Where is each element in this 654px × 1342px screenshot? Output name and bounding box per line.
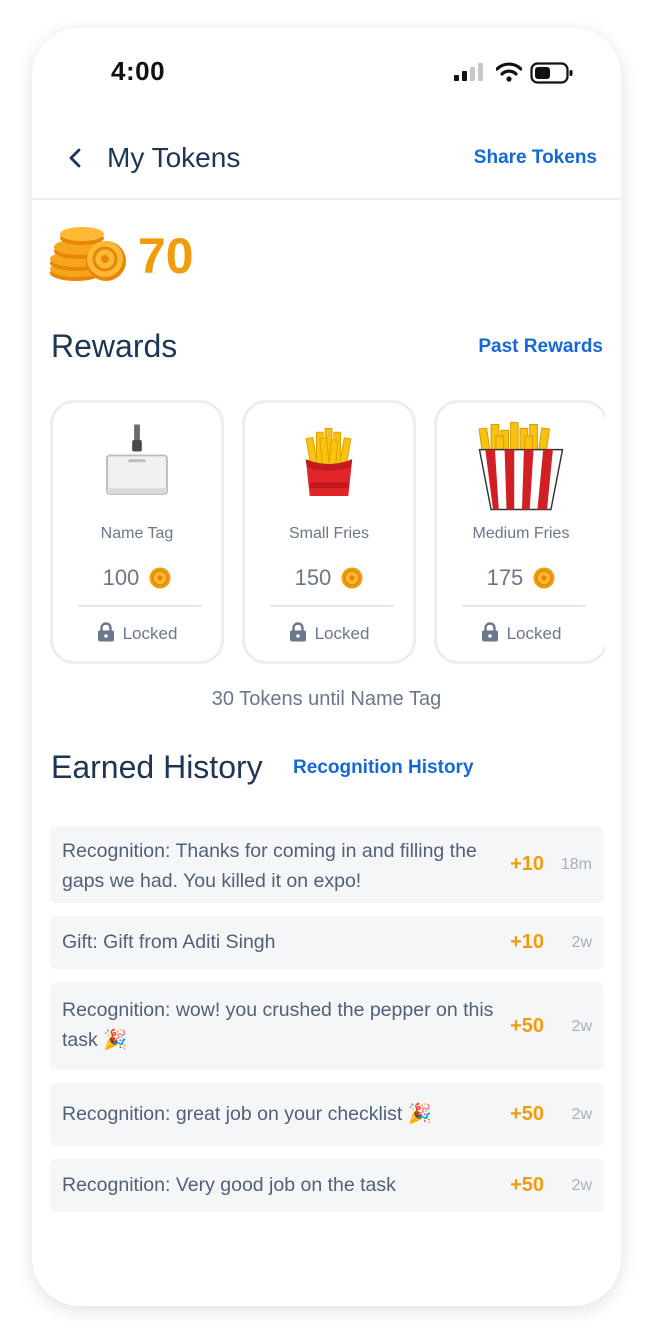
rewards-heading: Rewards bbox=[51, 328, 178, 364]
history-item-time: 2w bbox=[571, 934, 592, 951]
coin-icon bbox=[341, 567, 363, 589]
coin-icon bbox=[149, 567, 171, 589]
history-item-points: +50 bbox=[510, 1103, 544, 1125]
share-tokens-button[interactable]: Share Tokens bbox=[474, 147, 597, 169]
recognition-history-link[interactable]: Recognition History bbox=[293, 757, 474, 779]
history-item-time: 2w bbox=[571, 1018, 592, 1035]
reward-status: Locked bbox=[437, 622, 605, 644]
coin-stack-icon bbox=[50, 227, 126, 281]
medium-fries-icon bbox=[478, 422, 564, 511]
page-title: My Tokens bbox=[107, 142, 241, 173]
history-item-time: 18m bbox=[560, 856, 592, 873]
card-divider bbox=[462, 605, 586, 607]
reward-card-medium-fries[interactable]: Medium Fries 175 Locked bbox=[434, 400, 605, 664]
reward-status-label: Locked bbox=[506, 624, 562, 643]
status-time: 4:00 bbox=[111, 56, 166, 86]
reward-name: Medium Fries bbox=[472, 525, 570, 542]
tokens-until-next-reward: 30 Tokens until Name Tag bbox=[211, 688, 442, 710]
card-divider bbox=[78, 605, 202, 607]
rewards-carousel[interactable]: Name Tag 100 Locked Small Fries 150 Lock… bbox=[50, 398, 605, 668]
reward-cost-value: 150 bbox=[294, 565, 332, 591]
top-nav-bar: My Tokens Share Tokens bbox=[32, 118, 621, 200]
history-item-text: Recognition: wow! you crushed the pepper… bbox=[62, 999, 494, 1051]
history-item-time: 2w bbox=[571, 1177, 592, 1194]
reward-cost-value: 175 bbox=[486, 565, 524, 591]
reward-card-name-tag[interactable]: Name Tag 100 Locked bbox=[50, 400, 224, 664]
reward-cost: 150 bbox=[245, 564, 413, 591]
history-item-points: +10 bbox=[510, 853, 544, 875]
history-item-text: Recognition: Very good job on the task bbox=[62, 1174, 396, 1196]
history-item-points: +50 bbox=[510, 1174, 544, 1196]
past-rewards-link[interactable]: Past Rewards bbox=[478, 336, 603, 358]
reward-status: Locked bbox=[245, 622, 413, 644]
chevron-left-icon[interactable] bbox=[65, 146, 85, 170]
lock-icon bbox=[481, 622, 498, 642]
history-item[interactable]: Recognition: wow! you crushed the pepper… bbox=[50, 982, 604, 1070]
history-item[interactable]: Recognition: Thanks for coming in and fi… bbox=[50, 826, 604, 903]
coin-icon bbox=[533, 567, 555, 589]
history-item-text: Recognition: great job on your checklist… bbox=[62, 1103, 433, 1125]
card-divider bbox=[270, 605, 394, 607]
lock-icon bbox=[97, 622, 114, 642]
reward-status-label: Locked bbox=[314, 624, 370, 643]
history-item[interactable]: Recognition: great job on your checklist… bbox=[50, 1083, 604, 1146]
history-item-points: +10 bbox=[510, 931, 544, 953]
reward-status: Locked bbox=[53, 622, 221, 644]
reward-name: Name Tag bbox=[100, 525, 174, 542]
history-item-text: Gift: Gift from Aditi Singh bbox=[62, 931, 276, 953]
reward-status-label: Locked bbox=[122, 624, 178, 643]
earned-history-heading: Earned History bbox=[51, 749, 263, 785]
lock-icon bbox=[289, 622, 306, 642]
cellular-signal-icon bbox=[454, 63, 483, 81]
reward-cost-value: 100 bbox=[102, 565, 140, 591]
history-item-time: 2w bbox=[571, 1106, 592, 1123]
status-bar: 4:00 bbox=[32, 28, 621, 118]
reward-name: Small Fries bbox=[288, 525, 369, 542]
small-fries-icon bbox=[305, 427, 353, 496]
reward-card-small-fries[interactable]: Small Fries 150 Locked bbox=[242, 400, 416, 664]
history-item-points: +50 bbox=[510, 1015, 544, 1037]
history-item-text: Recognition: Thanks for coming in and fi… bbox=[62, 840, 477, 892]
history-item[interactable]: Gift: Gift from Aditi Singh +10 2w bbox=[50, 916, 604, 969]
history-item[interactable]: Recognition: Very good job on the task +… bbox=[50, 1159, 604, 1212]
reward-cost: 100 bbox=[53, 564, 221, 591]
token-balance-value: 70 bbox=[138, 228, 194, 284]
battery-icon bbox=[530, 62, 573, 84]
reward-cost: 175 bbox=[437, 564, 605, 591]
wifi-icon bbox=[496, 62, 522, 82]
name-tag-icon bbox=[106, 424, 168, 495]
phone-screen: 4:00 My Tokens Share Tokens 70 Rewards P… bbox=[32, 28, 621, 1306]
